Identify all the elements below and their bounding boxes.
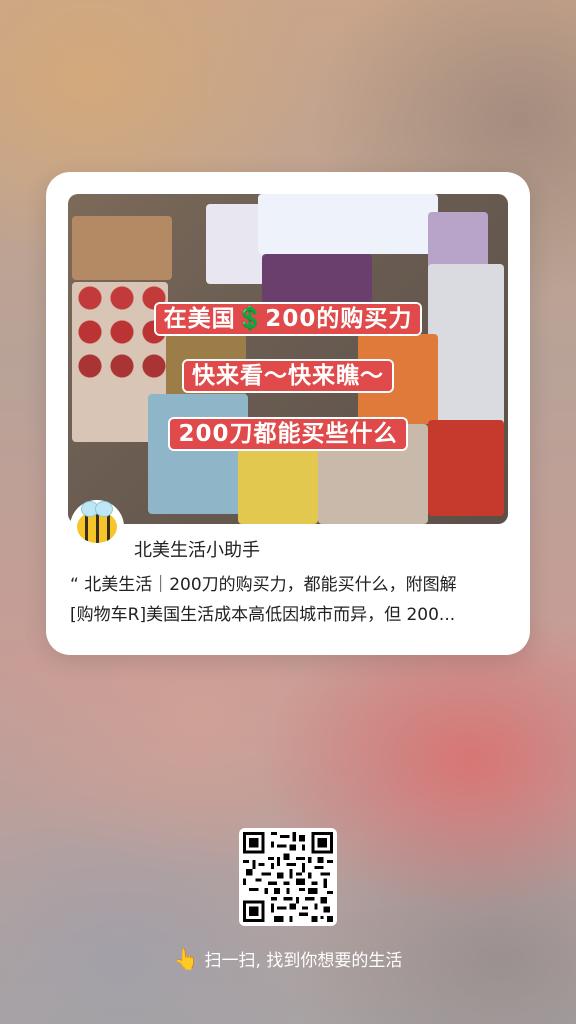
bee-icon: [77, 501, 117, 543]
share-card[interactable]: 在美国💲200的购买力 快来看～快来瞧～ 200刀都能买些什么 北美生活小助手 …: [46, 172, 530, 655]
hero-title-line1: 在美国💲200的购买力: [68, 299, 508, 334]
description-line-2: [购物车R]美国生活成本高低因城市而异，但 200...: [70, 605, 456, 625]
hero-image: 在美国💲200的购买力 快来看～快来瞧～ 200刀都能买些什么: [68, 194, 508, 524]
box-shape: [72, 216, 172, 280]
author-name[interactable]: 北美生活小助手: [134, 536, 260, 562]
slippers-shape: [148, 394, 248, 514]
avatar[interactable]: [70, 500, 124, 554]
package-shape: [428, 212, 488, 272]
scan-hint: 👆 扫一扫, 找到你想要的生活: [0, 946, 576, 971]
pointing-hand-icon: 👆: [173, 947, 199, 971]
tissue-pack-shape: [258, 194, 438, 254]
food-box-shape: [238, 444, 318, 524]
post-description[interactable]: “ 北美生活｜200刀的购买力，都能买什么，附图解 [购物车R]美国生活成本高低…: [70, 570, 510, 630]
hero-title-line3: 200刀都能买些什么: [68, 414, 508, 449]
box-shape: [206, 204, 266, 284]
qr-code-icon[interactable]: [239, 828, 337, 926]
hero-title-line2: 快来看～快来瞧～: [68, 356, 508, 391]
description-line-1: “ 北美生活｜200刀的购买力，都能买什么，附图解: [70, 575, 457, 595]
scan-hint-text: 扫一扫, 找到你想要的生活: [204, 951, 403, 971]
